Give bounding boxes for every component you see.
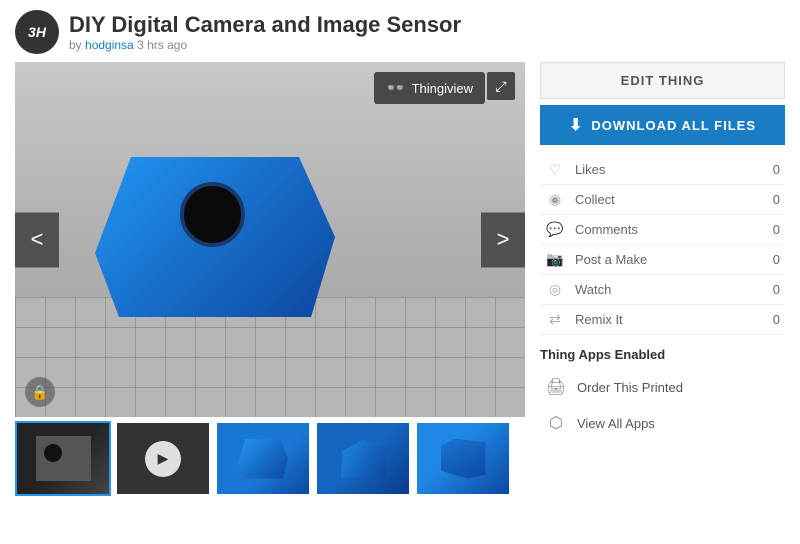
model-container [15, 62, 525, 417]
stat-watch[interactable]: ◎ Watch 0 [540, 275, 785, 305]
thumbnail-2[interactable]: ▶ [115, 421, 211, 496]
lock-badge: 🔒 [25, 377, 55, 407]
logo-text: 3H [28, 24, 46, 40]
collect-count: 0 [765, 192, 780, 207]
collect-label: Collect [575, 192, 755, 207]
subtitle: by hodginsa 3 hrs ago [69, 38, 461, 52]
thumbnail-5[interactable] [415, 421, 511, 496]
thumbnail-strip: ▶ [15, 421, 525, 496]
likes-icon: ♡ [545, 161, 565, 178]
thumbnail-1-img [17, 423, 109, 494]
watch-count: 0 [765, 282, 780, 297]
next-image-button[interactable]: > [481, 212, 525, 267]
remix-label: Remix It [575, 312, 755, 327]
app-view-all[interactable]: ⬡ View All Apps [540, 408, 785, 438]
remix-icon: ⇄ [545, 311, 565, 328]
camera-body [95, 157, 335, 317]
stat-remix[interactable]: ⇄ Remix It 0 [540, 305, 785, 335]
thingiview-button[interactable]: 👓 Thingiview [374, 72, 485, 104]
download-all-files-button[interactable]: ⬇ DOWNLOAD ALL FILES [540, 105, 785, 145]
camera-model [95, 157, 335, 337]
expand-icon: ⤢ [495, 78, 506, 95]
remix-count: 0 [765, 312, 780, 327]
lock-icon: 🔒 [31, 384, 48, 401]
comments-label: Comments [575, 222, 755, 237]
thing-apps-title: Thing Apps Enabled [540, 347, 785, 362]
author-link[interactable]: hodginsa [85, 38, 134, 52]
expand-button[interactable]: ⤢ [487, 72, 515, 100]
post-a-make-count: 0 [765, 252, 780, 267]
printer-icon: 🖨 [545, 377, 567, 397]
image-section: 👓 Thingiview ⤢ < > 🔒 [15, 62, 525, 534]
app-order-printed[interactable]: 🖨 Order This Printed [540, 372, 785, 402]
stat-likes[interactable]: ♡ Likes 0 [540, 155, 785, 185]
stats-list: ♡ Likes 0 ◉ Collect 0 💬 Comments 0 📷 Pos… [540, 155, 785, 335]
site-logo: 3H [15, 10, 59, 54]
stat-comments[interactable]: 💬 Comments 0 [540, 215, 785, 245]
thumbnail-2-img: ▶ [117, 423, 209, 494]
watch-label: Watch [575, 282, 755, 297]
thumbnail-4[interactable] [315, 421, 411, 496]
thumbnail-5-img [417, 423, 509, 494]
view-all-apps-label: View All Apps [577, 416, 655, 431]
post-a-make-label: Post a Make [575, 252, 755, 267]
page-header: 3H DIY Digital Camera and Image Sensor b… [15, 10, 785, 54]
cube-icon: ⬡ [545, 413, 567, 433]
edit-thing-button[interactable]: EDIT THING [540, 62, 785, 99]
content-area: 👓 Thingiview ⤢ < > 🔒 [15, 62, 785, 534]
main-viewer: 👓 Thingiview ⤢ < > 🔒 [15, 62, 525, 417]
comments-count: 0 [765, 222, 780, 237]
thumbnail-3[interactable] [215, 421, 311, 496]
thumbnail-1[interactable] [15, 421, 111, 496]
thumbnail-3-img [217, 423, 309, 494]
prev-image-button[interactable]: < [15, 212, 59, 267]
likes-count: 0 [765, 162, 780, 177]
title-area: DIY Digital Camera and Image Sensor by h… [69, 12, 461, 52]
download-icon: ⬇ [569, 115, 583, 135]
page-title: DIY Digital Camera and Image Sensor [69, 12, 461, 38]
camera-lens-hole [180, 182, 245, 247]
glasses-icon: 👓 [386, 78, 406, 98]
right-panel: EDIT THING ⬇ DOWNLOAD ALL FILES ♡ Likes … [540, 62, 785, 534]
download-label: DOWNLOAD ALL FILES [591, 118, 756, 133]
stat-collect[interactable]: ◉ Collect 0 [540, 185, 785, 215]
play-button[interactable]: ▶ [145, 441, 181, 477]
post-a-make-icon: 📷 [545, 251, 565, 268]
likes-label: Likes [575, 162, 755, 177]
watch-icon: ◎ [545, 281, 565, 298]
order-printed-label: Order This Printed [577, 380, 683, 395]
comments-icon: 💬 [545, 221, 565, 238]
stat-post-a-make[interactable]: 📷 Post a Make 0 [540, 245, 785, 275]
thingiview-label: Thingiview [412, 81, 473, 96]
time-ago: 3 hrs ago [137, 38, 187, 52]
thumbnail-4-img [317, 423, 409, 494]
collect-icon: ◉ [545, 191, 565, 208]
